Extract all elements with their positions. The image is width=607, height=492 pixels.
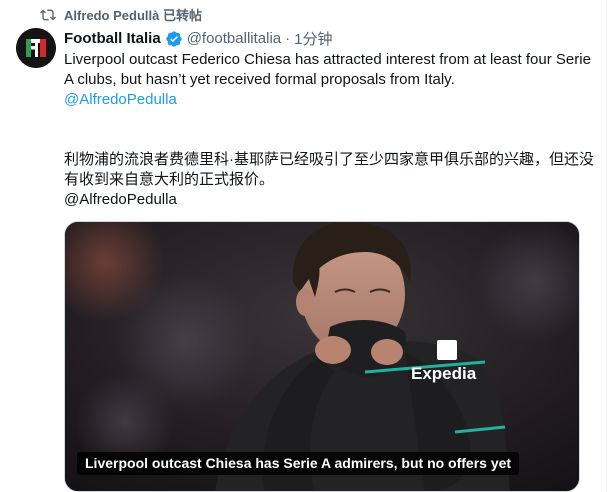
sponsor-text: Expedia	[411, 364, 477, 383]
tweet-text: Liverpool outcast Federico Chiesa has at…	[64, 51, 591, 88]
verified-badge-icon[interactable]	[165, 30, 183, 48]
repost-icon	[40, 9, 56, 20]
media-card[interactable]: Expedia Liverpool outcast Chiesa has Ser…	[64, 221, 580, 492]
tweet-text-en: Liverpool outcast Federico Chiesa has at…	[64, 50, 594, 110]
post-time[interactable]: 1分钟	[294, 28, 332, 49]
translated-mention: @AlfredoPedulla	[64, 191, 177, 208]
author-handle[interactable]: @footballitalia	[187, 30, 281, 47]
repost-user[interactable]: Alfredo Pedullà	[64, 8, 159, 23]
repost-indicator: Alfredo Pedullà 已转帖	[40, 5, 202, 24]
football-italia-logo	[16, 28, 56, 68]
media-caption: Liverpool outcast Chiesa has Serie A adm…	[77, 452, 520, 475]
tweet-header: Football Italia @footballitalia · 1分钟	[64, 28, 332, 49]
avatar[interactable]	[16, 28, 56, 68]
mention-link[interactable]: @AlfredoPedulla	[64, 91, 177, 108]
repost-label: 已转帖	[162, 8, 202, 23]
tweet[interactable]: Alfredo Pedullà 已转帖 Football Italia @foo…	[0, 0, 607, 492]
translated-text: 利物浦的流浪者费德里科·基耶萨已经吸引了至少四家意甲俱乐部的兴趣，但还没有收到来…	[64, 151, 594, 188]
separator-dot: ·	[285, 30, 291, 47]
tweet-text-cn: 利物浦的流浪者费德里科·基耶萨已经吸引了至少四家意甲俱乐部的兴趣，但还没有收到来…	[64, 150, 594, 210]
author-name[interactable]: Football Italia	[64, 30, 161, 47]
